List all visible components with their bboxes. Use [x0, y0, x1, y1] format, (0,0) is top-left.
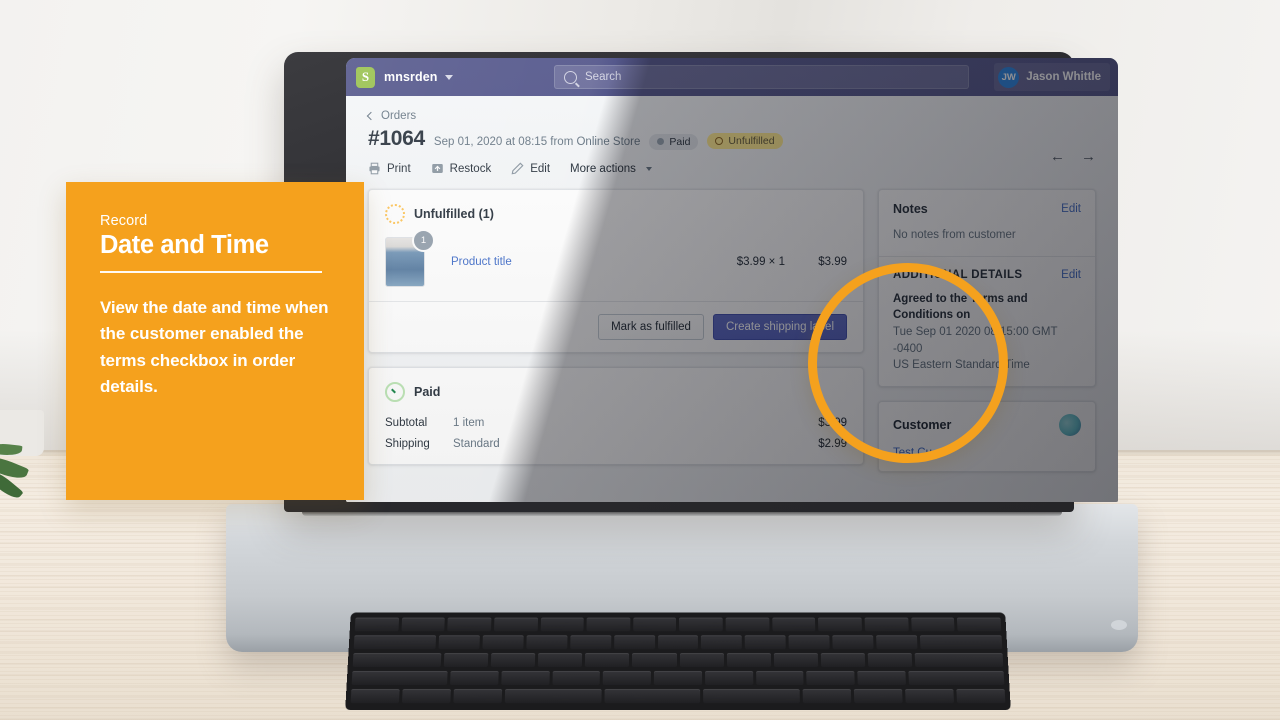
scene: mnsrden Search JW Jason Whittle [0, 0, 1280, 720]
restock-icon [431, 164, 443, 173]
order-pagination: ← → [1050, 148, 1096, 165]
customer-avatar-icon [1059, 414, 1081, 437]
unfulfilled-card-actions: Mark as fulfilled Create shipping label [369, 301, 863, 352]
printer-icon [369, 162, 380, 175]
laptop-screen: mnsrden Search JW Jason Whittle [346, 58, 1118, 502]
status-badge-unfulfilled: Unfulfilled [707, 133, 783, 149]
order-header: #1064 Sep 01, 2020 at 08:15 from Online … [368, 127, 1096, 151]
create-shipping-label-button[interactable]: Create shipping label [712, 314, 847, 340]
mark-as-fulfilled-button[interactable]: Mark as fulfilled [598, 314, 704, 340]
subtotal-label: Subtotal [385, 417, 428, 429]
shopify-admin-app: mnsrden Search JW Jason Whittle [346, 58, 1118, 502]
shopify-logo-icon [356, 66, 375, 88]
edit-label: Edit [530, 162, 551, 175]
search-icon [564, 70, 577, 84]
plant-icon [0, 438, 52, 518]
notes-edit-link[interactable]: Edit [1061, 203, 1081, 215]
restock-label: Restock [449, 162, 492, 175]
chevron-left-icon [366, 111, 376, 121]
avatar: JW [998, 66, 1020, 88]
breadcrumb[interactable]: Orders [366, 110, 1096, 122]
unfulfilled-card: Unfulfilled (1) 1 Product title $3.99 × … [368, 189, 864, 353]
promo-title: Date and Time [100, 231, 269, 259]
shipping-label: Shipping [385, 438, 430, 450]
ring-icon [715, 137, 724, 145]
customer-card: Customer Test Cu [878, 401, 1096, 473]
subtotal-detail: 1 item [453, 417, 485, 429]
status-badge-paid: Paid [649, 133, 699, 150]
search-input[interactable]: Search [554, 65, 969, 89]
keyboard [345, 612, 1011, 711]
promo-panel: Record Date and Time View the date and t… [66, 182, 364, 500]
unit-price-quantity: $3.99 × 1 [699, 256, 785, 268]
additional-details-title: ADDITIONAL DETAILS [893, 268, 1023, 281]
unfulfilled-title-row: Unfulfilled (1) [385, 204, 847, 224]
print-button[interactable]: Print [368, 162, 411, 175]
speaker-dot [1111, 620, 1127, 630]
chevron-down-icon [645, 166, 652, 171]
table-row: Shipping Standard $2.99 [385, 438, 847, 450]
unfulfilled-title: Unfulfilled (1) [414, 207, 494, 221]
restock-button[interactable]: Restock [431, 162, 492, 175]
chevron-down-icon[interactable] [444, 74, 453, 80]
notes-body: No notes from customer [893, 229, 1016, 241]
top-navigation-bar: mnsrden Search JW Jason Whittle [346, 58, 1118, 96]
order-columns: Unfulfilled (1) 1 Product title $3.99 × … [368, 189, 1096, 486]
line-total: $3.99 [818, 256, 847, 268]
paid-title-row: Paid [385, 382, 847, 402]
pencil-icon [511, 162, 524, 175]
paid-card: Paid Subtotal 1 item $3.99 Shipping Stan… [368, 367, 864, 465]
more-actions-button[interactable]: More actions [570, 163, 652, 175]
product-title-link[interactable]: Product title [451, 256, 699, 268]
arrow-left-icon[interactable]: ← [1050, 148, 1065, 165]
search-placeholder: Search [585, 71, 622, 83]
promo-eyebrow: Record [100, 213, 148, 229]
main-column: Unfulfilled (1) 1 Product title $3.99 × … [368, 189, 864, 479]
promo-divider [100, 271, 322, 273]
action-toolbar: Print Restock Edit More actions [368, 162, 1096, 175]
product-image-icon: 1 [385, 229, 435, 287]
more-actions-label: More actions [570, 162, 636, 175]
page-title: #1064 [368, 127, 425, 150]
laptop-lid: mnsrden Search JW Jason Whittle [284, 52, 1118, 512]
notes-title: Notes [893, 202, 928, 216]
order-page: ← → Orders #1064 Sep 01, 2020 at 08:15 f… [346, 96, 1118, 502]
terms-timezone: US Eastern Standard Time [893, 359, 1030, 372]
edit-button[interactable]: Edit [511, 162, 550, 175]
promo-body: View the date and time when the customer… [100, 298, 329, 397]
sidebar-column: Notes Edit No notes from customer ADDITI… [878, 189, 1096, 486]
paid-title: Paid [414, 385, 441, 399]
arrow-right-icon[interactable]: → [1081, 148, 1096, 165]
customer-link[interactable]: Test Cu [893, 447, 1081, 459]
order-meta: Sep 01, 2020 at 08:15 from Online Store [433, 136, 641, 148]
unit-price: $3.99 [736, 256, 766, 268]
customer-title: Customer [893, 418, 952, 433]
line-item: 1 Product title $3.99 × 1 $3.99 [385, 229, 847, 287]
user-menu[interactable]: JW Jason Whittle [994, 63, 1110, 91]
times-symbol: × [768, 256, 776, 268]
table-row: Subtotal 1 item $3.99 [385, 417, 847, 429]
check-circle-icon [385, 382, 405, 402]
dotted-circle-icon [385, 204, 405, 224]
status-badge-unfulfilled-label: Unfulfilled [728, 135, 775, 147]
subtotal-amount: $3.99 [818, 417, 847, 429]
store-name-label[interactable]: mnsrden [384, 70, 438, 84]
notes-card: Notes Edit No notes from customer ADDITI… [878, 189, 1096, 388]
quantity-badge: 1 [412, 229, 435, 252]
shipping-detail: Standard [453, 438, 500, 450]
user-name-label: Jason Whittle [1026, 71, 1101, 83]
print-label: Print [387, 162, 411, 175]
terms-agreed-text: Agreed to the Terms and Conditions on [893, 292, 1028, 322]
shipping-amount: $2.99 [818, 438, 847, 450]
additional-details-edit-link[interactable]: Edit [1061, 269, 1081, 281]
status-badge-paid-label: Paid [669, 135, 691, 148]
breadcrumb-label: Orders [381, 110, 417, 122]
dot-icon [657, 138, 665, 145]
terms-timestamp: Tue Sep 01 2020 08:15:00 GMT -0400 [893, 326, 1058, 355]
